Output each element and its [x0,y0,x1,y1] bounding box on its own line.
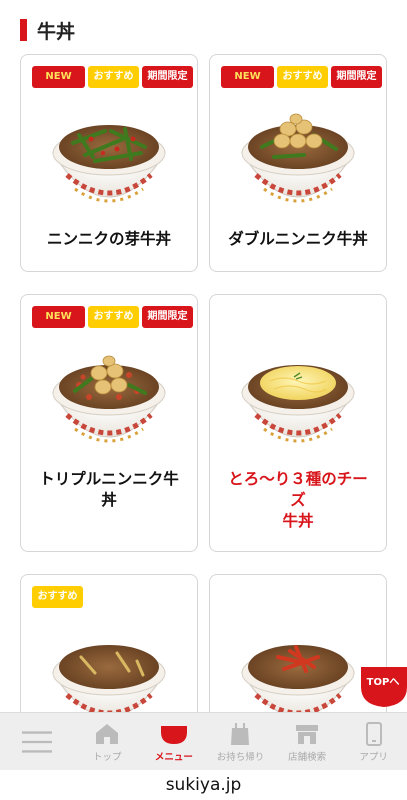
recommended-badge: おすすめ [277,66,328,88]
new-badge: NEW [32,306,85,328]
bowl-image [45,331,173,459]
menu-card-name: とろ〜り３種のチー ズ 牛丼 [228,470,368,530]
tab-hamburger-menu[interactable] [0,713,74,770]
tab-label: トップ [93,751,122,763]
tab-app[interactable]: アプリ [340,713,407,770]
tab-menu[interactable]: メニュー [141,713,208,770]
home-icon [91,721,123,747]
menu-card-name: ニンニクの芽牛丼 [46,230,171,248]
limited-time-badge: 期間限定 [142,66,193,88]
tab-label: お持ち帰り [216,751,265,763]
new-badge: NEW [32,66,85,88]
back-to-top-label: TOPへ [366,677,400,688]
limited-time-badge: 期間限定 [331,66,382,88]
store-icon [291,721,323,747]
section-header: 牛丼 [20,16,75,44]
smartphone-icon [358,721,390,747]
bowl-icon [158,721,190,747]
new-badge: NEW [221,66,274,88]
menu-card-garlic-sprout-gyudon[interactable]: NEW おすすめ 期間限定 ニンニクの芽牛丼 [20,54,198,272]
badge-row: NEW おすすめ 期間限定 [221,66,382,88]
recommended-badge: おすすめ [88,306,139,328]
bowl-image [234,91,362,219]
bowl-image [234,331,362,459]
tab-store-search[interactable]: 店舗検索 [274,713,341,770]
hamburger-icon [21,729,53,755]
section-title: 牛丼 [37,20,76,43]
menu-card-name: トリプルニンニク牛 丼 [39,470,179,509]
tab-label: メニュー [154,751,193,763]
tab-top[interactable]: トップ [74,713,141,770]
badge-row: NEW おすすめ 期間限定 [32,306,193,328]
recommended-badge: おすすめ [88,66,139,88]
menu-card-double-garlic-gyudon[interactable]: NEW おすすめ 期間限定 ダブルニンニク牛丼 [209,54,387,272]
recommended-badge: おすすめ [32,586,83,608]
section-accent-bar [20,19,27,41]
limited-time-badge: 期間限定 [142,306,193,328]
back-to-top-button[interactable]: TOPへ [359,665,407,709]
menu-card-name: ダブルニンニク牛丼 [228,230,368,248]
bowl-image [45,91,173,219]
menu-card-triple-garlic-gyudon[interactable]: NEW おすすめ 期間限定 トリプルニンニク牛 丼 [20,294,198,552]
browser-url[interactable]: sukiya.jp [0,770,407,800]
tab-takeout[interactable]: お持ち帰り [207,713,274,770]
takeout-bag-icon [224,721,256,747]
bottom-tab-bar: トップ メニュー お持ち帰り 店舗検索 アプリ [0,712,407,770]
tab-label: アプリ [359,751,388,763]
badge-row: NEW おすすめ 期間限定 [32,66,193,88]
badge-row: おすすめ [32,586,83,608]
tab-label: 店舗検索 [288,751,327,763]
menu-card-triple-cheese-gyudon[interactable]: とろ〜り３種のチー ズ 牛丼 [209,294,387,552]
